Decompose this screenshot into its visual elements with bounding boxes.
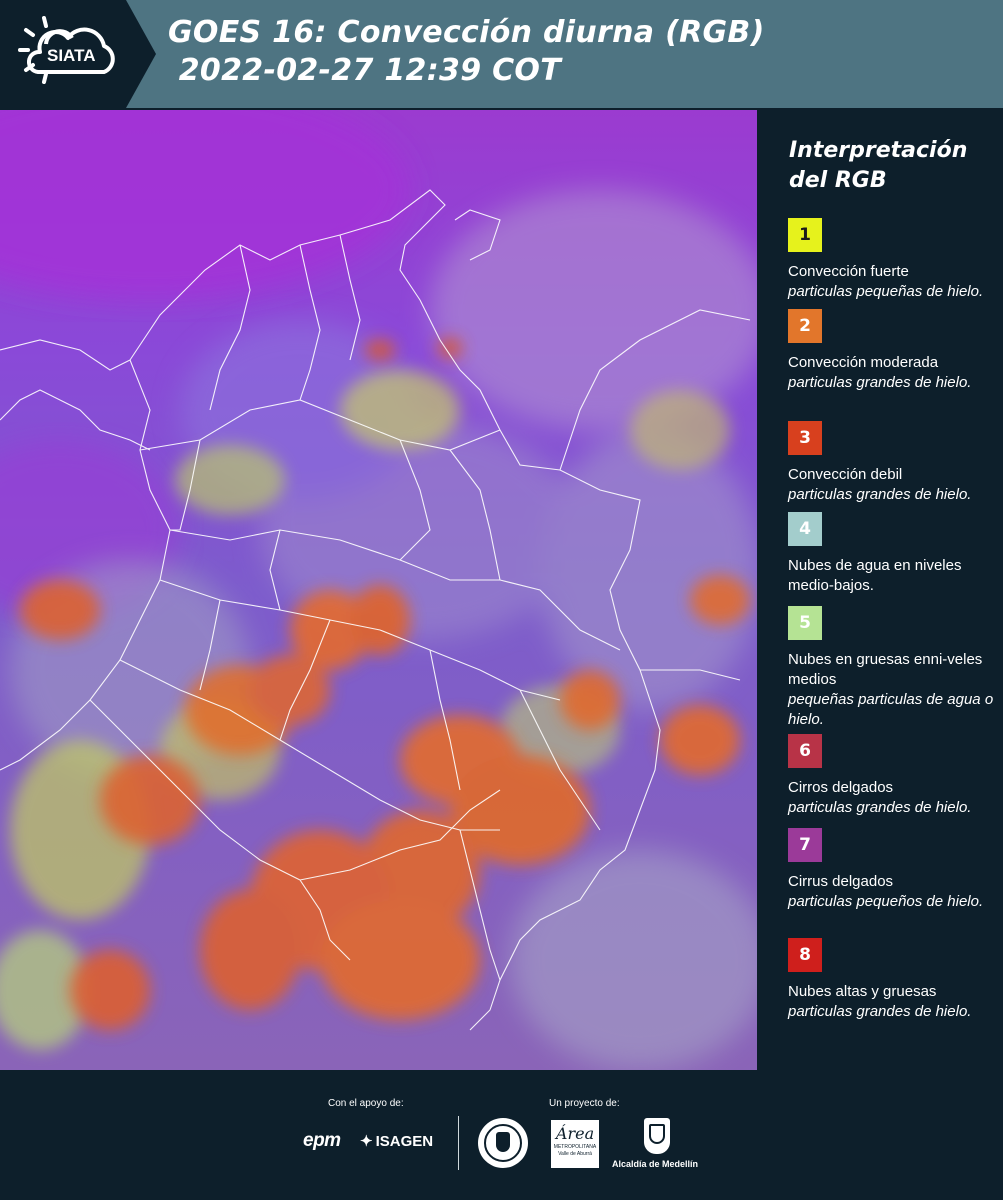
legend-number-7: 7 (799, 835, 811, 855)
isagen-logo: ✦ ISAGEN (360, 1132, 434, 1151)
legend-number-3: 3 (799, 428, 811, 448)
epm-logo-text: epm (303, 1130, 341, 1151)
epm-logo: epm (303, 1130, 341, 1152)
legend-swatch-4: 4 (788, 512, 822, 546)
medellin-seal-icon (478, 1118, 528, 1168)
legend-item-6: 6 Cirros delgados particulas grandes de … (788, 734, 998, 818)
legend-desc-3: particulas grandes de hielo. (788, 486, 972, 503)
siata-logo: SIATA (0, 0, 156, 108)
legend-number-2: 2 (799, 316, 811, 336)
legend-desc-2: particulas grandes de hielo. (788, 374, 972, 391)
legend-swatch-7: 7 (788, 828, 822, 862)
isagen-logo-text: ISAGEN (375, 1132, 434, 1150)
title-line-2: 2022-02-27 12:39 COT (168, 53, 562, 88)
legend-desc-8: particulas grandes de hielo. (788, 1003, 972, 1020)
legend-name-8: Nubes altas y gruesas (788, 983, 937, 1000)
footer-divider (458, 1116, 459, 1170)
area-metropolitana-logo: Área METROPOLITANA Valle de Aburrá (551, 1120, 599, 1168)
alcaldia-shield-icon (644, 1118, 670, 1154)
footer: Con el apoyo de: Un proyecto de: epm ✦ I… (0, 1070, 1003, 1200)
legend-title: Interpretación del RGB (789, 136, 967, 196)
legend-desc-6: particulas grandes de hielo. (788, 799, 972, 816)
header-bar: SIATA GOES 16: Convección diurna (RGB) 2… (0, 0, 1003, 108)
area-logo-line-2: METROPOLITANA (553, 1144, 597, 1150)
page-title: GOES 16: Convección diurna (RGB) 2022-02… (168, 14, 765, 90)
legend-title-line-1: Interpretación (789, 138, 968, 163)
legend-swatch-2: 2 (788, 309, 822, 343)
legend-swatch-6: 6 (788, 734, 822, 768)
legend-name-3: Convección debil (788, 466, 903, 483)
legend-item-7: 7 Cirrus delgados particulas pequeños de… (788, 828, 998, 912)
alcaldia-logo-text: Alcaldía de Medellín (612, 1159, 699, 1169)
legend-number-5: 5 (799, 613, 811, 633)
legend-swatch-3: 3 (788, 421, 822, 455)
project-label: Un proyecto de: (549, 1098, 620, 1109)
legend-item-5: 5 Nubes en gruesas enni-veles medios peq… (788, 606, 998, 730)
legend-item-1: 1 Convección fuerte particulas pequeñas … (788, 218, 998, 302)
legend-name-4: Nubes de agua en niveles medio-bajos. (788, 557, 962, 594)
legend-swatch-8: 8 (788, 938, 822, 972)
legend-number-4: 4 (799, 519, 811, 539)
legend-name-2: Convección moderada (788, 354, 939, 371)
area-logo-line-3: Valle de Aburrá (558, 1151, 592, 1157)
legend-name-7: Cirrus delgados (788, 873, 894, 890)
legend-desc-7: particulas pequeños de hielo. (788, 893, 984, 910)
legend-item-2: 2 Convección moderada particulas grandes… (788, 309, 998, 393)
legend-name-6: Cirros delgados (788, 779, 894, 796)
legend-number-8: 8 (799, 945, 811, 965)
legend-desc-1: particulas pequeñas de hielo. (788, 283, 984, 300)
map-canvas (0, 110, 757, 1070)
legend-swatch-5: 5 (788, 606, 822, 640)
siata-logo-text: SIATA (47, 46, 96, 65)
legend-name-5: Nubes en gruesas enni-veles medios (788, 651, 983, 688)
area-logo-line-1: Área (555, 1124, 595, 1143)
legend-title-line-2: del RGB (789, 168, 887, 193)
legend-item-4: 4 Nubes de agua en niveles medio-bajos. (788, 512, 998, 596)
legend-number-1: 1 (799, 225, 811, 245)
legend-number-6: 6 (799, 741, 811, 761)
legend-item-8: 8 Nubes altas y gruesas particulas grand… (788, 938, 998, 1022)
legend-item-3: 3 Convección debil particulas grandes de… (788, 421, 998, 505)
legend-swatch-1: 1 (788, 218, 822, 252)
legend-name-1: Convección fuerte (788, 263, 909, 280)
satellite-rgb-map (0, 110, 757, 1070)
support-label: Con el apoyo de: (328, 1098, 404, 1109)
legend-panel: Interpretación del RGB 1 Convección fuer… (760, 110, 1003, 1070)
title-line-1: GOES 16: Convección diurna (RGB) (168, 15, 765, 50)
isagen-mark-icon: ✦ (360, 1133, 373, 1150)
legend-desc-5: pequeñas particulas de agua o hielo. (788, 691, 994, 728)
